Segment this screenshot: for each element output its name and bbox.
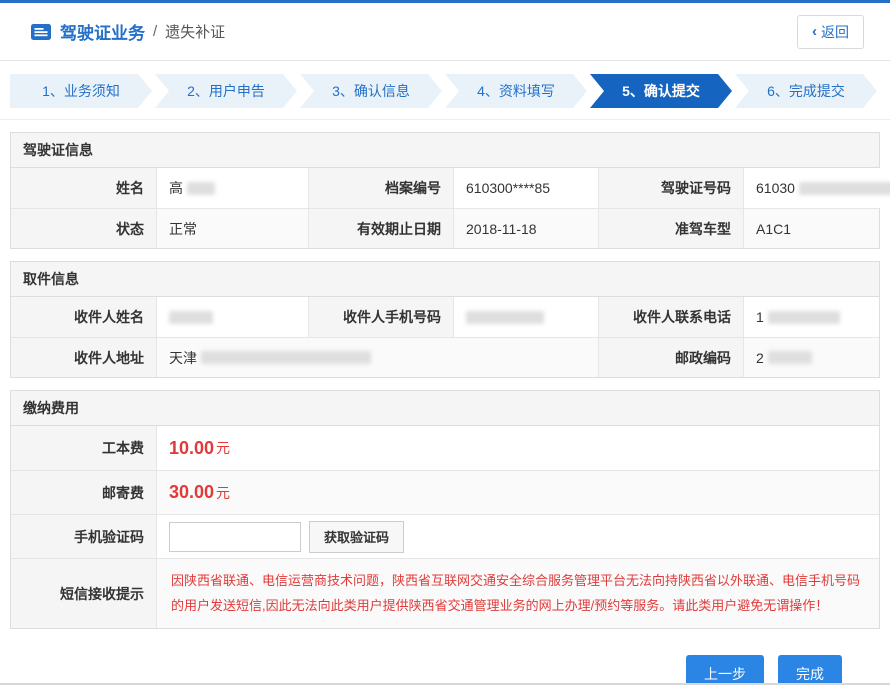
document-icon bbox=[30, 23, 52, 41]
finish-button[interactable]: 完成 bbox=[778, 655, 842, 685]
table-row: 手机验证码 获取验证码 bbox=[11, 514, 879, 558]
header-title-group: 驾驶证业务 / 遗失补证 bbox=[30, 19, 225, 44]
mailing-fee-unit: 元 bbox=[216, 483, 230, 503]
recipient-name-value bbox=[156, 297, 308, 337]
table-row: 收件人姓名 收件人手机号码 收件人联系电话 1 bbox=[11, 297, 879, 337]
file-no-value: 610300****85 bbox=[453, 168, 598, 208]
pickup-info-section: 取件信息 收件人姓名 收件人手机号码 收件人联系电话 1 收件人地址 天津 bbox=[10, 261, 880, 378]
recipient-phone-label: 收件人联系电话 bbox=[598, 297, 743, 337]
production-fee-unit: 元 bbox=[216, 438, 230, 458]
status-label: 状态 bbox=[11, 209, 156, 248]
status-value: 正常 bbox=[156, 209, 308, 248]
fees-section: 缴纳费用 工本费 10.00 元 邮寄费 30.00 元 手机验证码 获取验证码… bbox=[10, 390, 880, 629]
file-no-label: 档案编号 bbox=[308, 168, 453, 208]
production-fee-value: 10.00 元 bbox=[156, 426, 879, 470]
step-tab-3[interactable]: 3、确认信息 bbox=[300, 74, 442, 108]
step-tab-2[interactable]: 2、用户申告 bbox=[155, 74, 297, 108]
license-info-section: 驾驶证信息 姓名 高 档案编号 610300****85 驾驶证号码 61030… bbox=[10, 132, 880, 249]
step-tab-6[interactable]: 6、完成提交 bbox=[735, 74, 877, 108]
step-tab-5-active[interactable]: 5、确认提交 bbox=[590, 74, 732, 108]
footer-actions: 上一步 完成 bbox=[0, 655, 842, 685]
back-button[interactable]: ‹ 返回 bbox=[797, 15, 864, 49]
name-label: 姓名 bbox=[11, 168, 156, 208]
sms-code-field: 获取验证码 bbox=[156, 515, 879, 558]
sms-notice-cell: 因陕西省联通、电信运营商技术问题，陕西省互联网交通安全综合服务管理平台无法向持陕… bbox=[156, 559, 879, 628]
expiry-label: 有效期止日期 bbox=[308, 209, 453, 248]
step-nav-wrap: 1、业务须知 2、用户申告 3、确认信息 4、资料填写 5、确认提交 6、完成提… bbox=[0, 61, 890, 120]
name-value: 高 bbox=[156, 168, 308, 208]
step-nav: 1、业务须知 2、用户申告 3、确认信息 4、资料填写 5、确认提交 6、完成提… bbox=[10, 74, 880, 108]
get-code-button[interactable]: 获取验证码 bbox=[309, 521, 404, 553]
header: 驾驶证业务 / 遗失补证 ‹ 返回 bbox=[0, 3, 890, 61]
redacted-value bbox=[799, 182, 890, 195]
production-fee-amount: 10.00 bbox=[169, 438, 214, 459]
vehicle-type-label: 准驾车型 bbox=[598, 209, 743, 248]
chevron-left-icon: ‹ bbox=[812, 23, 817, 40]
pickup-info-title: 取件信息 bbox=[11, 262, 879, 297]
recipient-phone-value: 1 bbox=[743, 297, 879, 337]
mailing-fee-amount: 30.00 bbox=[169, 482, 214, 503]
table-row: 工本费 10.00 元 bbox=[11, 426, 879, 470]
redacted-value bbox=[187, 182, 215, 195]
title-separator: / bbox=[153, 23, 157, 40]
sms-code-input[interactable] bbox=[169, 522, 301, 552]
redacted-value bbox=[768, 351, 812, 364]
sms-notice-label: 短信接收提示 bbox=[11, 559, 156, 628]
production-fee-label: 工本费 bbox=[11, 426, 156, 470]
sms-notice-text: 因陕西省联通、电信运营商技术问题，陕西省互联网交通安全综合服务管理平台无法向持陕… bbox=[171, 569, 865, 618]
page-subtitle: 遗失补证 bbox=[165, 21, 225, 42]
redacted-value bbox=[201, 351, 371, 364]
step-tab-4[interactable]: 4、资料填写 bbox=[445, 74, 587, 108]
page: 驾驶证业务 / 遗失补证 ‹ 返回 1、业务须知 2、用户申告 3、确认信息 4… bbox=[0, 0, 890, 685]
page-title: 驾驶证业务 bbox=[60, 19, 145, 44]
table-row: 姓名 高 档案编号 610300****85 驾驶证号码 61030 bbox=[11, 168, 879, 208]
postal-code-value: 2 bbox=[743, 338, 879, 377]
sms-code-label: 手机验证码 bbox=[11, 515, 156, 558]
mailing-fee-value: 30.00 元 bbox=[156, 471, 879, 514]
step-tab-1[interactable]: 1、业务须知 bbox=[10, 74, 152, 108]
vehicle-type-value: A1C1 bbox=[743, 209, 879, 248]
recipient-mobile-value bbox=[453, 297, 598, 337]
table-row: 状态 正常 有效期止日期 2018-11-18 准驾车型 A1C1 bbox=[11, 208, 879, 248]
prev-step-button[interactable]: 上一步 bbox=[686, 655, 764, 685]
recipient-mobile-label: 收件人手机号码 bbox=[308, 297, 453, 337]
expiry-value: 2018-11-18 bbox=[453, 209, 598, 248]
table-row: 收件人地址 天津 邮政编码 2 bbox=[11, 337, 879, 377]
recipient-address-label: 收件人地址 bbox=[11, 338, 156, 377]
redacted-value bbox=[466, 311, 544, 324]
redacted-value bbox=[768, 311, 840, 324]
recipient-name-label: 收件人姓名 bbox=[11, 297, 156, 337]
redacted-value bbox=[169, 311, 213, 324]
back-button-label: 返回 bbox=[821, 22, 849, 42]
license-no-value: 61030 bbox=[743, 168, 890, 208]
license-info-title: 驾驶证信息 bbox=[11, 133, 879, 168]
table-row: 短信接收提示 因陕西省联通、电信运营商技术问题，陕西省互联网交通安全综合服务管理… bbox=[11, 558, 879, 628]
recipient-address-value: 天津 bbox=[156, 338, 598, 377]
mailing-fee-label: 邮寄费 bbox=[11, 471, 156, 514]
postal-code-label: 邮政编码 bbox=[598, 338, 743, 377]
fees-title: 缴纳费用 bbox=[11, 391, 879, 426]
license-no-label: 驾驶证号码 bbox=[598, 168, 743, 208]
table-row: 邮寄费 30.00 元 bbox=[11, 470, 879, 514]
